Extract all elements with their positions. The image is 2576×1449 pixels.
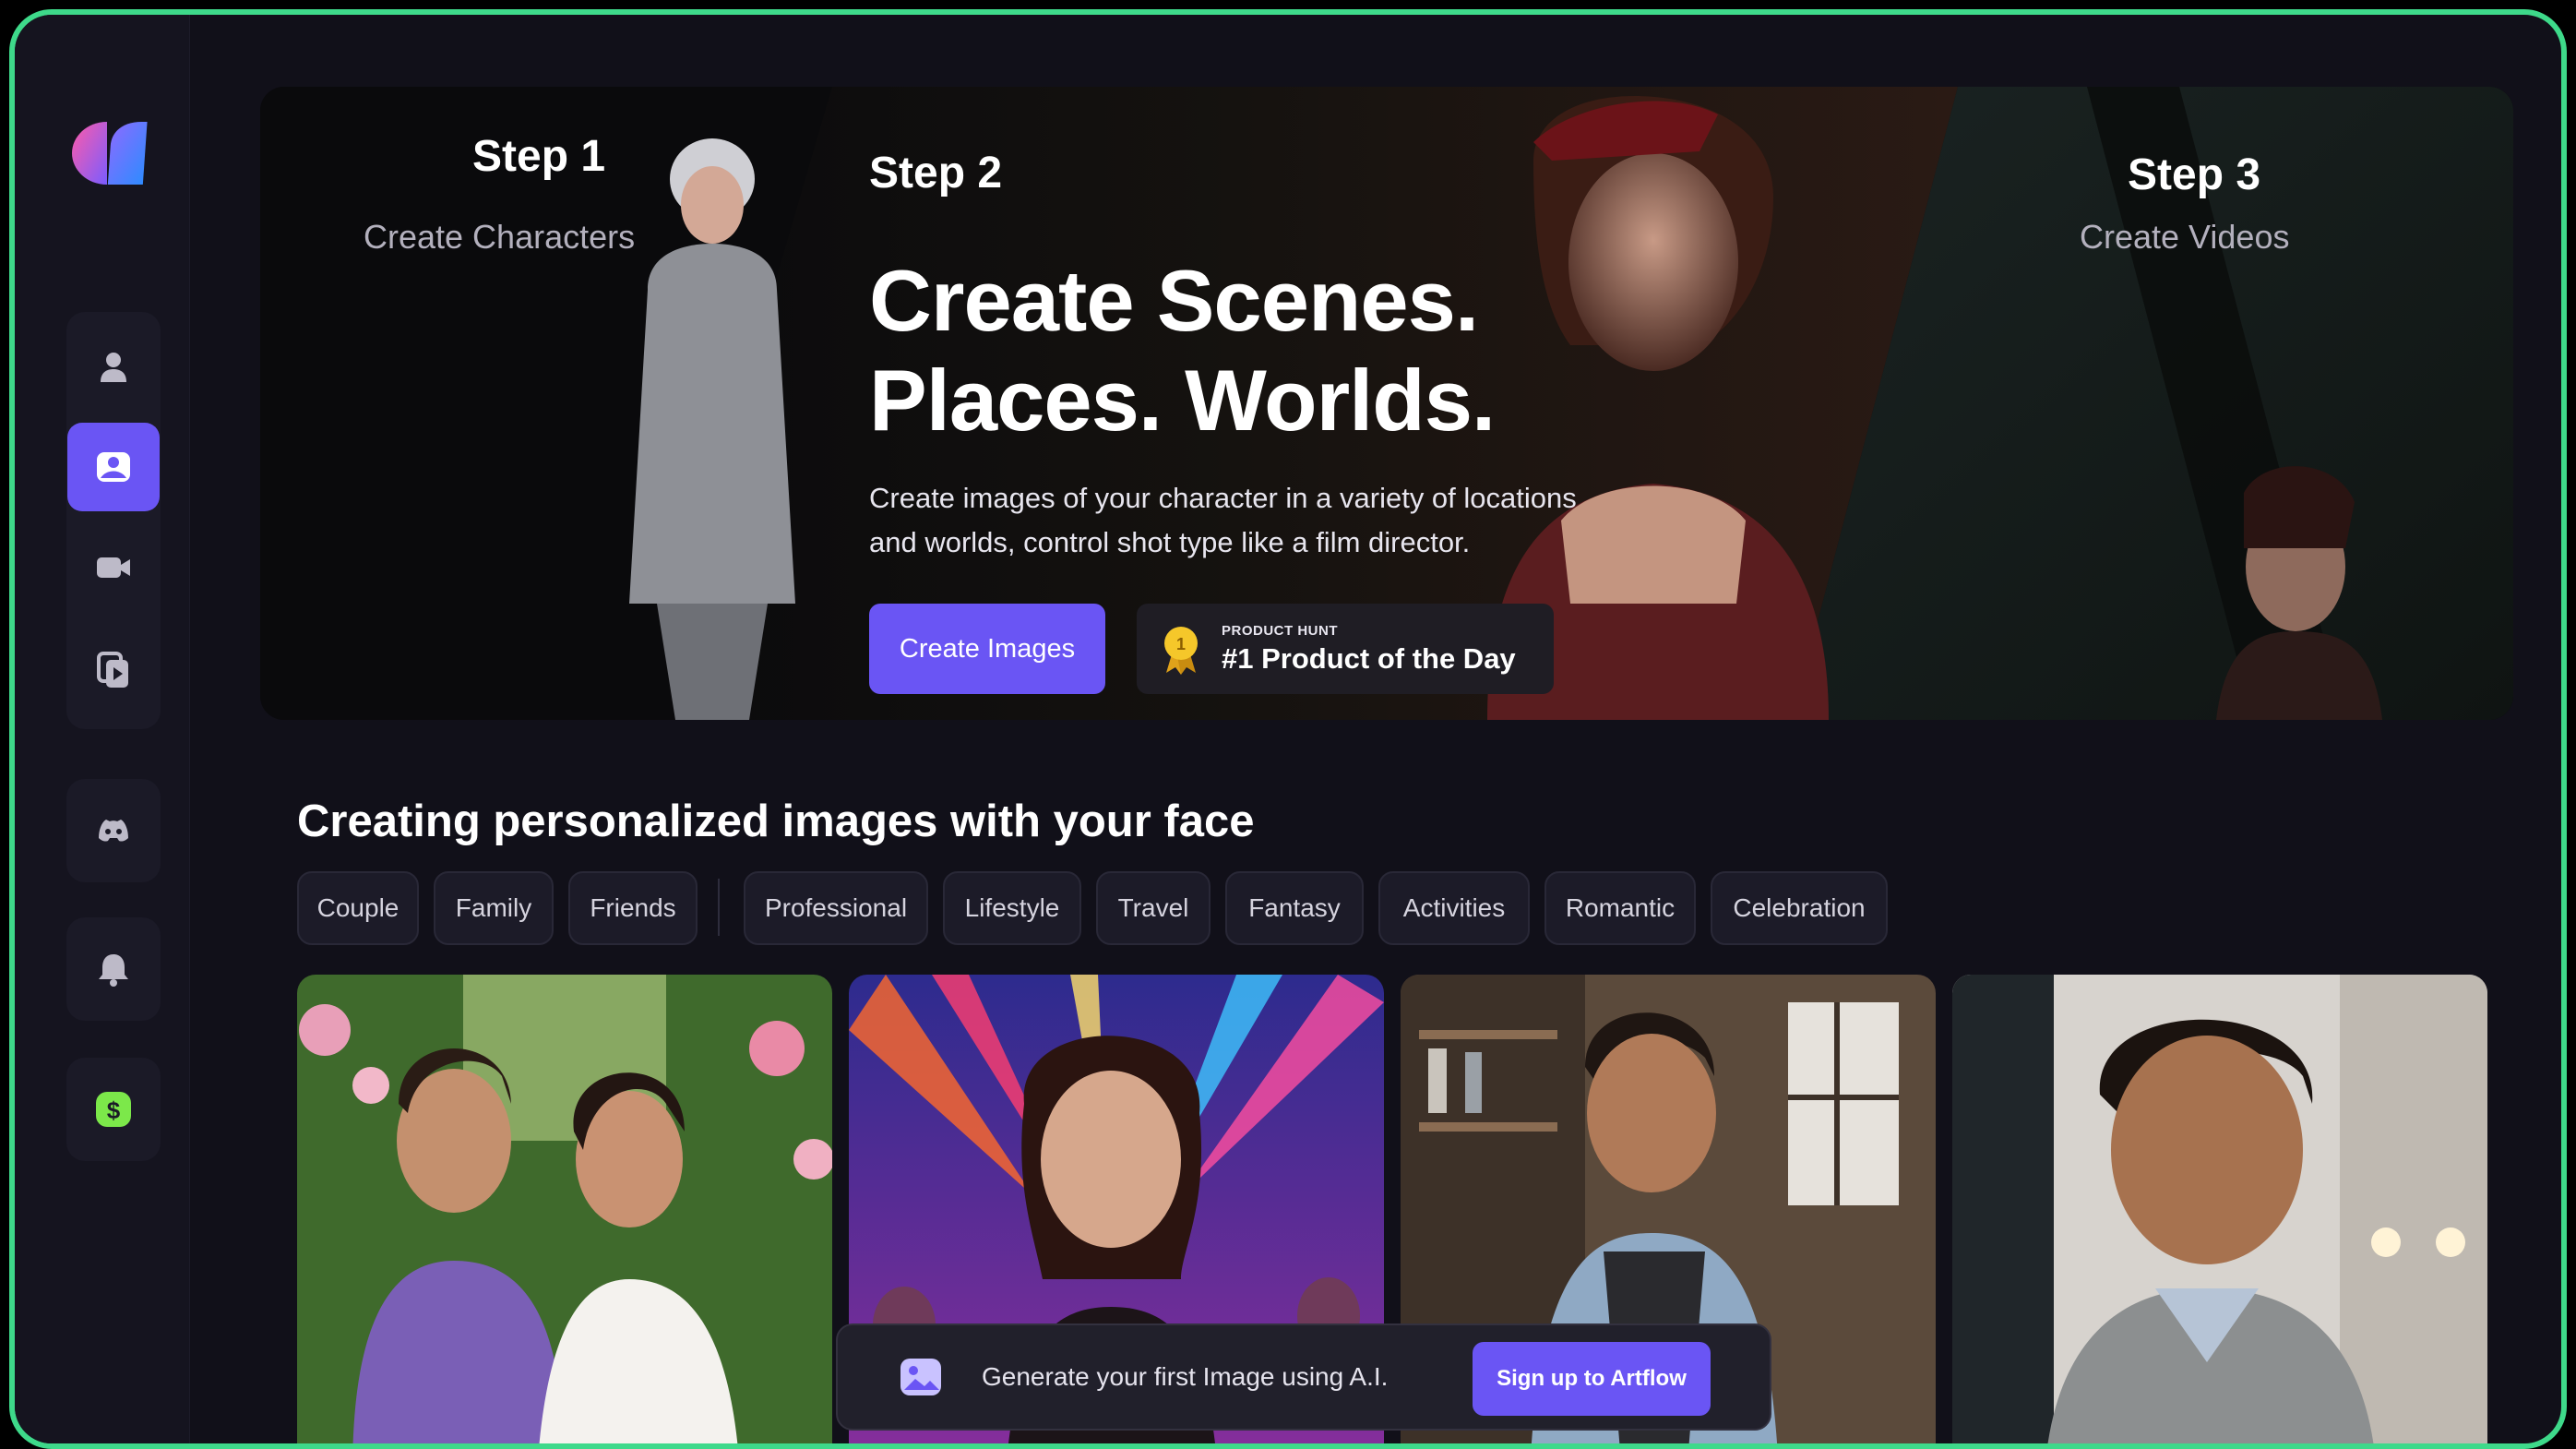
main-nav xyxy=(66,312,161,729)
generate-prompt-text: Generate your first Image using A.I. xyxy=(982,1362,1389,1391)
bell-icon xyxy=(99,954,128,987)
product-hunt-badge[interactable]: 1 PRODUCT HUNT #1 Product of the Day xyxy=(1137,604,1554,694)
notifications-group xyxy=(66,917,161,1021)
hero-desc-line1: Create images of your character in a var… xyxy=(869,482,1577,514)
chip-divider xyxy=(718,879,720,936)
create-images-button[interactable]: Create Images xyxy=(869,604,1105,694)
chip-family[interactable]: Family xyxy=(434,871,554,945)
billing-group: $ xyxy=(66,1058,161,1161)
badge-title: #1 Product of the Day xyxy=(1222,641,1516,675)
sidebar: $ xyxy=(15,15,190,1443)
step1-title: Step 1 xyxy=(472,132,606,181)
nav-images[interactable] xyxy=(67,423,160,511)
hero-banner: Step 1 Create Characters Step 2 Create S… xyxy=(260,87,2513,720)
user-icon xyxy=(101,353,126,382)
chip-professional[interactable]: Professional xyxy=(744,871,928,945)
step1-subtitle: Create Characters xyxy=(364,218,636,256)
svg-text:1: 1 xyxy=(1176,635,1186,653)
step2-title: Step 2 xyxy=(869,149,1003,198)
dollar-icon: $ xyxy=(96,1092,131,1127)
portrait-image xyxy=(1952,975,2487,1443)
chip-fantasy[interactable]: Fantasy xyxy=(1225,871,1364,945)
app-frame: $ Step 1 Create Characters Step 2 Create… xyxy=(9,9,2567,1449)
nav-characters[interactable] xyxy=(67,323,160,412)
video-icon xyxy=(97,557,130,578)
hero-desc-line2: and worlds, control shot type like a fil… xyxy=(869,526,1471,558)
image-card-couple[interactable] xyxy=(297,975,832,1443)
nav-projects[interactable] xyxy=(67,626,160,714)
nav-videos[interactable] xyxy=(67,522,160,611)
image-prompt-icon xyxy=(900,1359,941,1395)
medal-icon: 1 xyxy=(1164,627,1198,675)
notifications-button[interactable] xyxy=(67,925,160,1013)
chip-celebration[interactable]: Celebration xyxy=(1711,871,1888,945)
discord-button[interactable] xyxy=(67,786,160,875)
signup-button[interactable]: Sign up to Artflow xyxy=(1473,1342,1711,1416)
chip-romantic[interactable]: Romantic xyxy=(1544,871,1696,945)
step3-subtitle: Create Videos xyxy=(2080,218,2290,256)
generate-prompt-bar: Generate your first Image using A.I. Sig… xyxy=(836,1323,1771,1431)
hero-heading: Create Scenes. Places. Worlds. xyxy=(869,251,1496,450)
hero-heading-line1: Create Scenes. xyxy=(869,252,1479,349)
couple-image xyxy=(297,975,832,1443)
chip-couple[interactable]: Couple xyxy=(297,871,419,945)
step3-title: Step 3 xyxy=(2128,150,2261,199)
chip-lifestyle[interactable]: Lifestyle xyxy=(943,871,1081,945)
billing-button[interactable]: $ xyxy=(67,1065,160,1154)
image-icon xyxy=(97,452,130,482)
section-title: Creating personalized images with your f… xyxy=(297,796,1255,846)
chip-activities[interactable]: Activities xyxy=(1378,871,1530,945)
app-logo[interactable] xyxy=(68,116,151,190)
image-card-portrait[interactable] xyxy=(1952,975,2487,1443)
chip-friends[interactable]: Friends xyxy=(568,871,698,945)
discord-group xyxy=(66,779,161,882)
badge-label: PRODUCT HUNT xyxy=(1222,622,1338,639)
hero-description: Create images of your character in a var… xyxy=(869,476,1663,565)
discord-icon xyxy=(99,820,128,842)
hero-heading-line2: Places. Worlds. xyxy=(869,352,1496,449)
chip-travel[interactable]: Travel xyxy=(1096,871,1210,945)
svg-text:$: $ xyxy=(107,1096,121,1124)
copy-play-icon xyxy=(97,652,128,688)
